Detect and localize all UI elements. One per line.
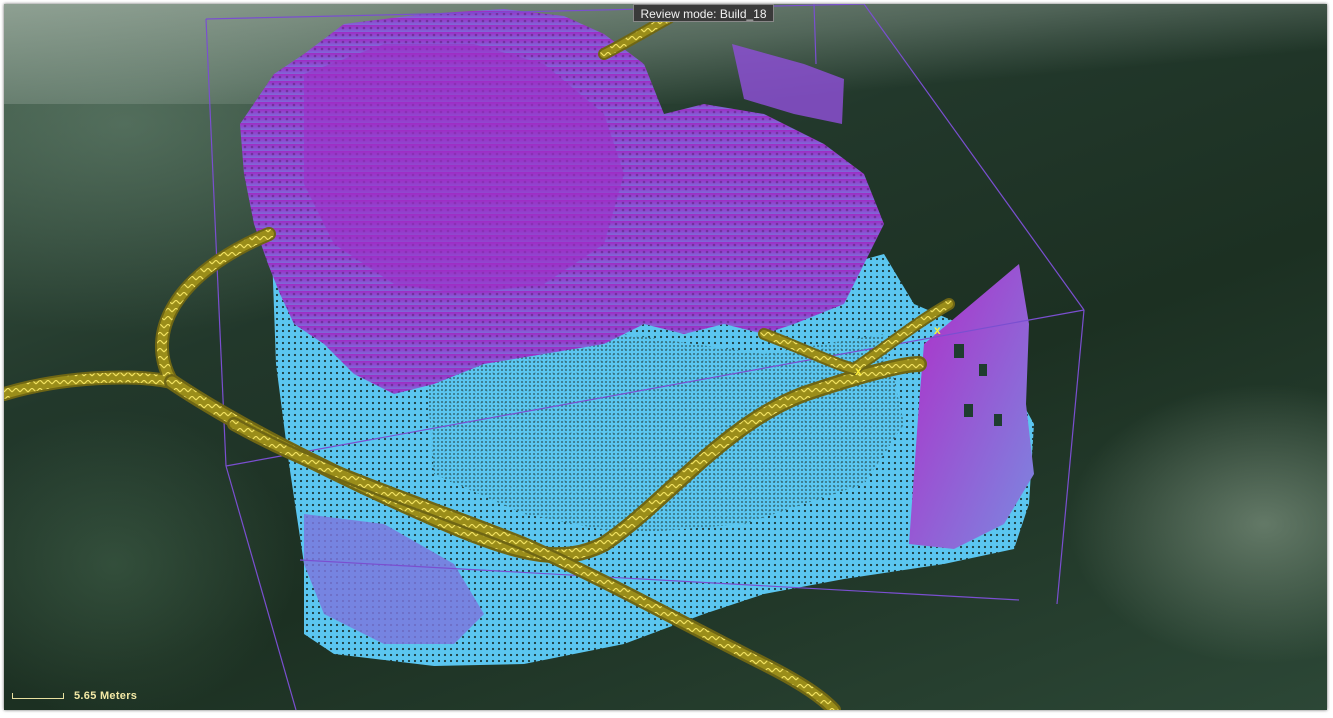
- scale-bar: 5.65 Meters: [12, 687, 137, 705]
- marker-x-icon[interactable]: x: [855, 364, 862, 378]
- scale-label: 5.65 Meters: [74, 690, 138, 702]
- marker-x-icon[interactable]: x: [934, 323, 941, 337]
- point-cloud-scene[interactable]: x x: [4, 4, 1327, 710]
- review-mode-banner: Review mode: Build_18: [633, 4, 774, 22]
- scale-bar-icon: [12, 693, 64, 699]
- 3d-viewport[interactable]: x x Review mode: Build_18 5.65 Meters: [4, 4, 1327, 710]
